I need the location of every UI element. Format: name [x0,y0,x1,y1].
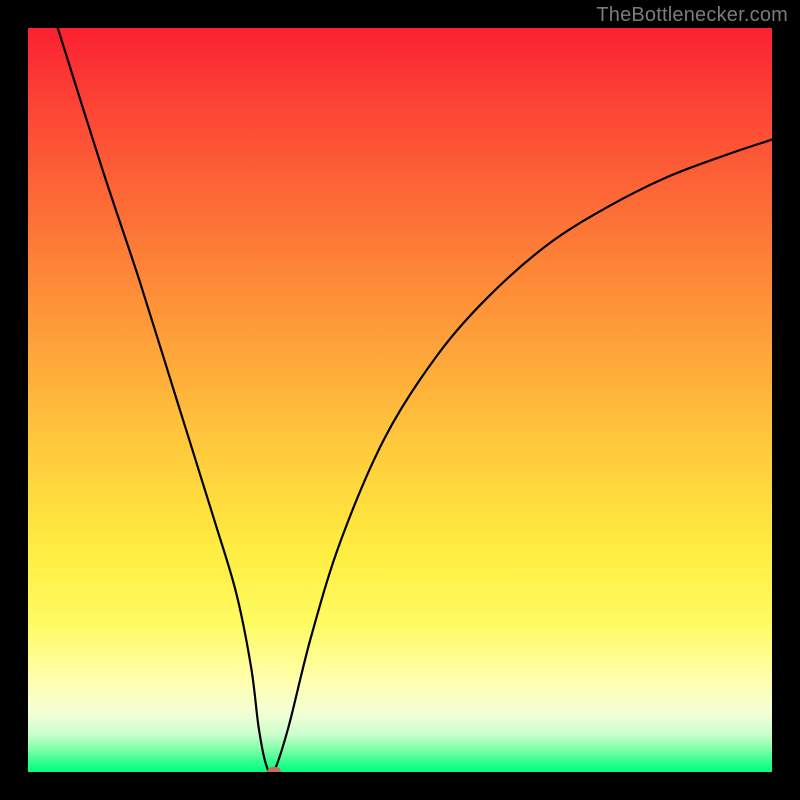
plot-area [28,28,772,772]
bottleneck-curve [28,28,772,772]
optimal-point-marker [267,767,281,772]
chart-frame: TheBottlenecker.com [0,0,800,800]
watermark-text: TheBottlenecker.com [596,4,788,27]
